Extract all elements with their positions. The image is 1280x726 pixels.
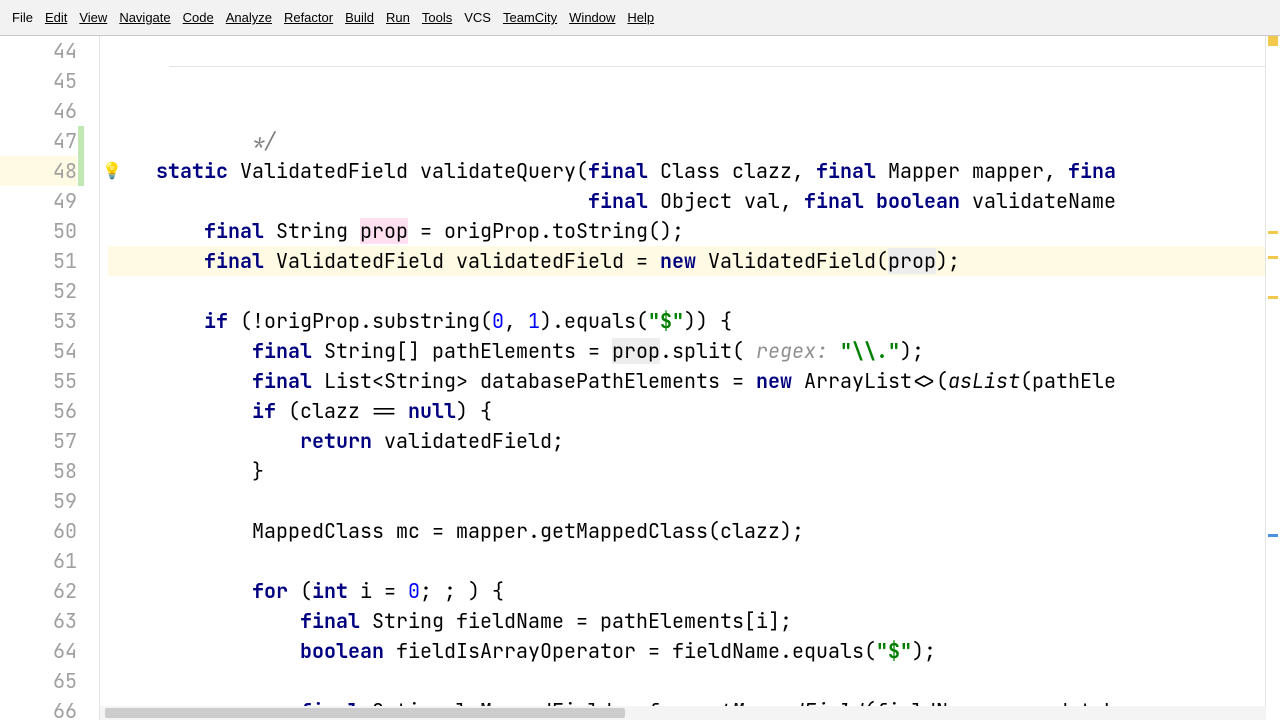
menu-navigate[interactable]: Navigate [113,8,176,27]
code-area[interactable]: */ static ValidatedField validateQuery(f… [100,36,1280,720]
horizontal-scrollbar[interactable] [100,706,1266,720]
gutter-line[interactable]: 50 [0,216,77,246]
gutter-line[interactable]: 59 [0,486,77,516]
code-line[interactable]: if (!origProp.substring(0, 1).equals("$"… [108,306,1280,336]
gutter-line[interactable]: 64 [0,636,77,666]
code-line[interactable] [108,666,1280,696]
gutter-line[interactable]: 49 [0,186,77,216]
menu-analyze[interactable]: Analyze [220,8,278,27]
menu-code[interactable]: Code [177,8,220,27]
code-line[interactable] [108,486,1280,516]
gutter-line[interactable]: 61 [0,546,77,576]
code-line[interactable]: */ [108,126,1280,156]
gutter[interactable]: 4445464748💡49505152535455565758596061626… [0,36,100,720]
code-line[interactable]: boolean fieldIsArrayOperator = fieldName… [108,636,1280,666]
menu-run[interactable]: Run [380,8,416,27]
code-line[interactable]: return validatedField; [108,426,1280,456]
code-line[interactable]: final String fieldName = pathElements[i]… [108,606,1280,636]
menu-view[interactable]: View [73,8,113,27]
menu-window[interactable]: Window [563,8,621,27]
menu-vcs[interactable]: VCS [458,8,497,27]
code-line[interactable]: final Object val, final boolean validate… [108,186,1280,216]
gutter-line[interactable]: 57 [0,426,77,456]
menu-bar: File Edit View Navigate Code Analyze Ref… [0,0,1280,36]
code-line[interactable]: final String prop = origProp.toString(); [108,216,1280,246]
gutter-line[interactable]: 63 [0,606,77,636]
gutter-line[interactable]: 48💡 [0,156,77,186]
gutter-line[interactable]: 46 [0,96,77,126]
stripe-marker[interactable] [1268,534,1278,537]
editor[interactable]: 4445464748💡49505152535455565758596061626… [0,36,1280,720]
code-line[interactable]: for (int i = 0; ; ) { [108,576,1280,606]
menu-help[interactable]: Help [621,8,660,27]
code-line[interactable]: } [108,456,1280,486]
gutter-line[interactable]: 51 [0,246,77,276]
code-line[interactable]: final List<String> databasePathElements … [108,366,1280,396]
menu-file[interactable]: File [6,8,39,27]
menu-teamcity[interactable]: TeamCity [497,8,563,27]
stripe-marker[interactable] [1268,36,1278,46]
code-line[interactable] [108,276,1280,306]
code-line[interactable]: final String[] pathElements = prop.split… [108,336,1280,366]
gutter-line[interactable]: 53 [0,306,77,336]
stripe-marker[interactable] [1268,296,1278,299]
code-line[interactable]: static ValidatedField validateQuery(fina… [108,156,1280,186]
gutter-line[interactable]: 56 [0,396,77,426]
menu-refactor[interactable]: Refactor [278,8,339,27]
menu-build[interactable]: Build [339,8,380,27]
menu-edit[interactable]: Edit [39,8,73,27]
code-line[interactable]: if (clazz == null) { [108,396,1280,426]
gutter-line[interactable]: 52 [0,276,77,306]
code-line[interactable]: final ValidatedField validatedField = ne… [108,246,1280,276]
gutter-line[interactable]: 65 [0,666,77,696]
error-stripe[interactable] [1265,36,1280,720]
gutter-line[interactable]: 44 [0,36,77,66]
gutter-line[interactable]: 66 [0,696,77,726]
code-line[interactable] [108,546,1280,576]
gutter-line[interactable]: 45 [0,66,77,96]
stripe-marker[interactable] [1268,256,1278,259]
gutter-line[interactable]: 62 [0,576,77,606]
menu-tools[interactable]: Tools [416,8,458,27]
horizontal-scrollbar-thumb[interactable] [105,708,625,718]
stripe-marker[interactable] [1268,231,1278,234]
gutter-line[interactable]: 60 [0,516,77,546]
code-line[interactable]: MappedClass mc = mapper.getMappedClass(c… [108,516,1280,546]
gutter-line[interactable]: 55 [0,366,77,396]
gutter-line[interactable]: 54 [0,336,77,366]
gutter-line[interactable]: 58 [0,456,77,486]
gutter-line[interactable]: 47 [0,126,77,156]
